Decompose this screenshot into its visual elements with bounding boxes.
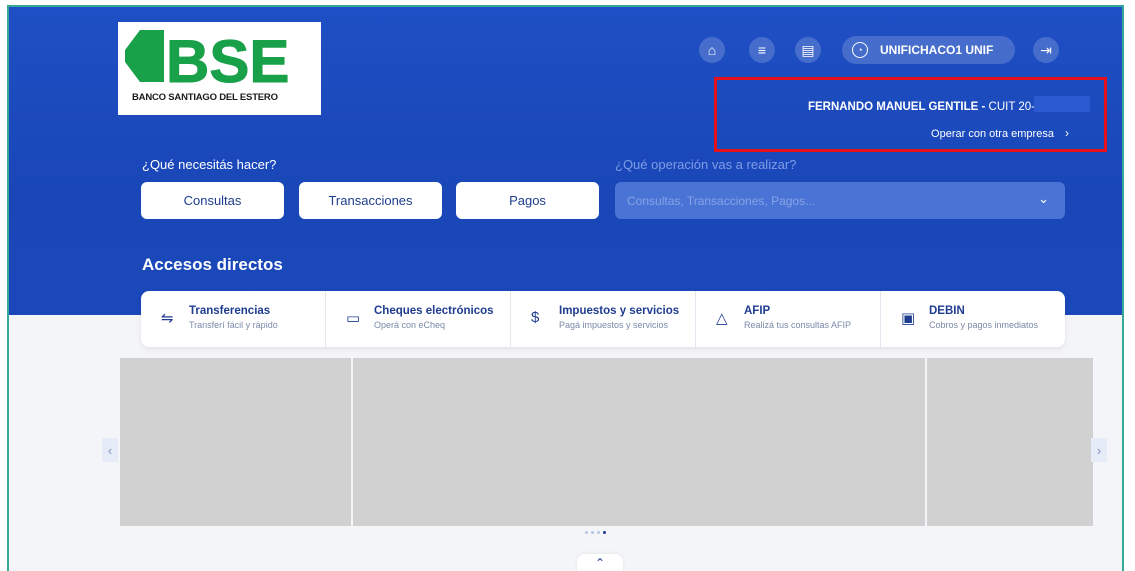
switch-company-link[interactable]: Operar con otra empresa ›	[931, 126, 1069, 140]
shortcuts-title: Accesos directos	[142, 255, 283, 274]
hero-banner: BSE BANCO SANTIAGO DEL ESTERO ⌂ ≡ ▤ ◔ UN…	[9, 7, 1122, 315]
shortcut-title: DEBIN	[929, 305, 965, 317]
carousel-dot[interactable]	[585, 531, 588, 534]
carousel-dot[interactable]	[597, 531, 600, 534]
user-icon: ◔	[852, 42, 868, 58]
debin-icon: ▣	[901, 310, 916, 327]
shortcut-subtitle: Pagá impuestos y servicios	[559, 320, 669, 330]
afip-icon: △	[716, 310, 728, 327]
shortcuts-bar: ⇋ Transferencias Transferí fácil y rápid…	[141, 291, 1065, 347]
chevron-right-icon: ›	[1065, 126, 1069, 140]
shortcut-title: Transferencias	[189, 305, 271, 317]
redacted-cuit	[1034, 96, 1090, 112]
shortcut-title: AFIP	[744, 305, 771, 317]
transfer-icon: ⇋	[161, 310, 174, 327]
shortcut-title: Impuestos y servicios	[559, 305, 680, 317]
consultas-button[interactable]: Consultas	[141, 182, 284, 219]
tax-icon: $	[531, 309, 540, 326]
collapse-button[interactable]: ⌃	[577, 554, 623, 571]
shortcut-cheques[interactable]: ▭ Cheques electrónicos Operá con eCheq	[326, 291, 511, 347]
shortcut-impuestos[interactable]: $ Impuestos y servicios Pagá impuestos y…	[511, 291, 696, 347]
logout-icon[interactable]: ⇥	[1033, 37, 1059, 63]
company-selector-highlight: FERNANDO MANUEL GENTILE - CUIT 20- Opera…	[714, 77, 1107, 152]
carousel-dot-active[interactable]	[603, 531, 606, 534]
svg-text:BSE: BSE	[166, 28, 289, 95]
company-cuit: CUIT 20-	[988, 101, 1035, 113]
carousel-dot[interactable]	[591, 531, 594, 534]
operation-label: ¿Qué operación vas a realizar?	[615, 157, 797, 172]
check-icon: ▭	[346, 310, 361, 327]
shortcut-subtitle: Realizá tus consultas AFIP	[744, 320, 852, 330]
transacciones-button[interactable]: Transacciones	[299, 182, 442, 219]
shortcut-subtitle: Cobros y pagos inmediatos	[929, 320, 1039, 330]
carousel-next-button[interactable]: ›	[1091, 438, 1107, 462]
operation-placeholder: Consultas, Transacciones, Pagos...	[627, 193, 816, 208]
shortcut-subtitle: Operá con eCheq	[374, 320, 446, 330]
carousel-prev-button[interactable]: ‹	[102, 438, 118, 462]
menu-icon[interactable]: ≡	[749, 37, 775, 63]
chevron-up-icon: ⌃	[594, 556, 606, 570]
company-name: FERNANDO MANUEL GENTILE -	[807, 101, 986, 113]
user-menu-button[interactable]: ◔ UNIFICHACO1 UNIF	[842, 36, 1015, 64]
carousel-indicators	[585, 531, 609, 534]
chevron-down-icon: ⌄	[1038, 191, 1049, 206]
shortcut-afip[interactable]: △ AFIP Realizá tus consultas AFIP	[696, 291, 881, 347]
what-to-do-label: ¿Qué necesitás hacer?	[142, 157, 277, 172]
carousel-slide-right[interactable]	[927, 358, 1093, 526]
bank-tagline: BANCO SANTIAGO DEL ESTERO	[132, 92, 278, 103]
shortcut-title: Cheques electrónicos	[374, 305, 494, 317]
switch-company-label: Operar con otra empresa	[931, 128, 1054, 140]
pagos-button[interactable]: Pagos	[456, 182, 599, 219]
shortcut-transferencias[interactable]: ⇋ Transferencias Transferí fácil y rápid…	[141, 291, 326, 347]
company-identity: FERNANDO MANUEL GENTILE - CUIT 20-	[807, 96, 1090, 115]
carousel-slide-left[interactable]	[120, 358, 351, 526]
user-name: UNIFICHACO1 UNIF	[880, 43, 994, 57]
operation-select[interactable]: Consultas, Transacciones, Pagos... ⌄	[615, 182, 1065, 219]
print-icon[interactable]: ▤	[795, 37, 821, 63]
bank-logo[interactable]: BSE BANCO SANTIAGO DEL ESTERO	[118, 22, 321, 115]
shortcut-subtitle: Transferí fácil y rápido	[189, 320, 278, 330]
home-icon[interactable]: ⌂	[699, 37, 725, 63]
app-frame: BSE BANCO SANTIAGO DEL ESTERO ⌂ ≡ ▤ ◔ UN…	[7, 5, 1124, 571]
carousel-slide-main[interactable]	[353, 358, 925, 526]
shortcut-debin[interactable]: ▣ DEBIN Cobros y pagos inmediatos	[881, 291, 1065, 347]
